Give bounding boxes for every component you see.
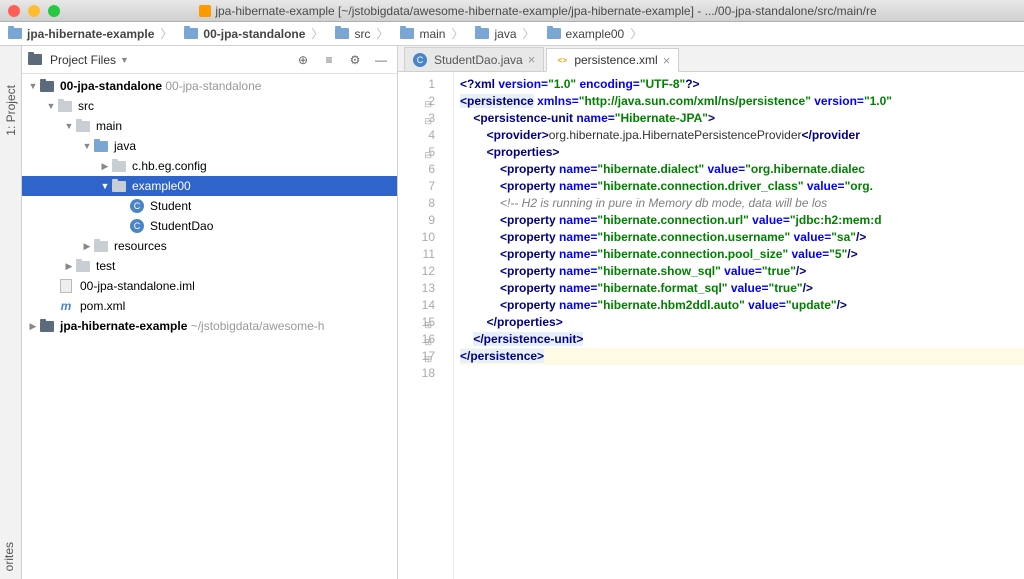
titlebar: jpa-hibernate-example [~/jstobigdata/awe…	[0, 0, 1024, 22]
breadcrumb-src[interactable]: src	[331, 25, 396, 42]
project-view-selector[interactable]: Project Files ▼	[50, 53, 129, 67]
project-tree: ▼00-jpa-standalone 00-jpa-standalone ▼sr…	[22, 74, 397, 579]
settings-gear-icon[interactable]: ⚙	[345, 50, 365, 70]
breadcrumb-label: jpa-hibernate-example	[27, 27, 154, 41]
package-icon	[112, 161, 126, 172]
breadcrumb-00-jpa-standalone[interactable]: 00-jpa-standalone	[180, 25, 331, 42]
folder-icon	[76, 121, 90, 132]
folder-icon	[335, 28, 349, 39]
folder-icon	[8, 28, 22, 39]
breadcrumb-main[interactable]: main	[396, 25, 471, 42]
chevron-down-icon: ▼	[120, 55, 129, 65]
breadcrumb-java[interactable]: java	[471, 25, 542, 42]
close-tab-icon[interactable]: ×	[663, 53, 671, 68]
project-tool-tab[interactable]: 1: Project	[1, 76, 21, 145]
project-files-icon	[28, 54, 42, 65]
tree-pkg-example00[interactable]: ▼example00	[22, 176, 397, 196]
scroll-from-source-icon[interactable]: ⊕	[293, 50, 313, 70]
tree-class-studentdao[interactable]: CStudentDao	[22, 216, 397, 236]
iml-file-icon	[60, 279, 72, 293]
collapse-all-icon[interactable]: ≡	[319, 50, 339, 70]
tree-test[interactable]: ▶test	[22, 256, 397, 276]
close-tab-icon[interactable]: ×	[528, 52, 536, 67]
tree-java[interactable]: ▼java	[22, 136, 397, 156]
package-icon	[112, 181, 126, 192]
folder-icon	[400, 28, 414, 39]
breadcrumb-label: main	[419, 27, 445, 41]
tree-sibling-module[interactable]: ▶jpa-hibernate-example ~/jstobigdata/awe…	[22, 316, 397, 336]
minimize-window-icon[interactable]	[28, 5, 40, 17]
favorites-tool-tab[interactable]: orites	[2, 542, 16, 571]
class-icon: C	[130, 219, 144, 233]
editor: C StudentDao.java × <> persistence.xml × 12⊟3…	[398, 46, 1024, 579]
folder-icon	[184, 28, 198, 39]
module-icon	[40, 81, 54, 92]
folder-icon	[475, 28, 489, 39]
tree-pom-file[interactable]: mpom.xml	[22, 296, 397, 316]
maximize-window-icon[interactable]	[48, 5, 60, 17]
class-icon: C	[413, 53, 427, 67]
maven-file-icon: m	[60, 299, 72, 313]
breadcrumb-label: java	[494, 27, 516, 41]
breadcrumb-label: example00	[566, 27, 625, 41]
window-controls	[8, 5, 60, 17]
line-gutter: 12⊟3⊟45⊟6789101112131415⊞16⊞17⊞18	[398, 72, 454, 579]
app-icon	[199, 5, 211, 17]
breadcrumbs: jpa-hibernate-example 00-jpa-standalone sr…	[0, 22, 1024, 46]
breadcrumb-label: 00-jpa-standalone	[203, 27, 305, 41]
window-title: jpa-hibernate-example [~/jstobigdata/awe…	[60, 4, 1016, 18]
class-icon: C	[130, 199, 144, 213]
folder-icon	[58, 101, 72, 112]
folder-icon	[76, 261, 90, 272]
tree-iml-file[interactable]: 00-jpa-standalone.iml	[22, 276, 397, 296]
close-window-icon[interactable]	[8, 5, 20, 17]
source-folder-icon	[94, 141, 108, 152]
breadcrumb-example00[interactable]: example00	[543, 25, 651, 42]
module-icon	[40, 321, 54, 332]
tab-label: persistence.xml	[574, 53, 657, 67]
code-content[interactable]: <?xml version="1.0" encoding="UTF-8"?><p…	[454, 72, 1024, 579]
tree-resources[interactable]: ▶resources	[22, 236, 397, 256]
project-sidebar: Project Files ▼ ⊕ ≡ ⚙ — ▼00-jpa-standalo…	[22, 46, 398, 579]
tree-src[interactable]: ▼src	[22, 96, 397, 116]
code-area[interactable]: 12⊟3⊟45⊟6789101112131415⊞16⊞17⊞18 <?xml …	[398, 72, 1024, 579]
tree-root[interactable]: ▼00-jpa-standalone 00-jpa-standalone	[22, 76, 397, 96]
editor-tabs: C StudentDao.java × <> persistence.xml ×	[398, 46, 1024, 72]
breadcrumb-label: src	[354, 27, 370, 41]
tree-pkg-config[interactable]: ▶c.hb.eg.config	[22, 156, 397, 176]
left-gutter: 1: Project orites	[0, 46, 22, 579]
sidebar-header: Project Files ▼ ⊕ ≡ ⚙ —	[22, 46, 397, 74]
folder-icon	[547, 28, 561, 39]
tab-label: StudentDao.java	[434, 53, 523, 67]
tree-class-student[interactable]: CStudent	[22, 196, 397, 216]
tree-main[interactable]: ▼main	[22, 116, 397, 136]
hide-sidebar-icon[interactable]: —	[371, 50, 391, 70]
breadcrumb-jpa-hibernate-example[interactable]: jpa-hibernate-example	[4, 25, 180, 42]
xml-file-icon: <>	[555, 53, 569, 67]
tab-StudentDao-java[interactable]: C StudentDao.java ×	[404, 47, 544, 71]
tab-persistence-xml[interactable]: <> persistence.xml ×	[546, 48, 679, 72]
resources-folder-icon	[94, 241, 108, 252]
